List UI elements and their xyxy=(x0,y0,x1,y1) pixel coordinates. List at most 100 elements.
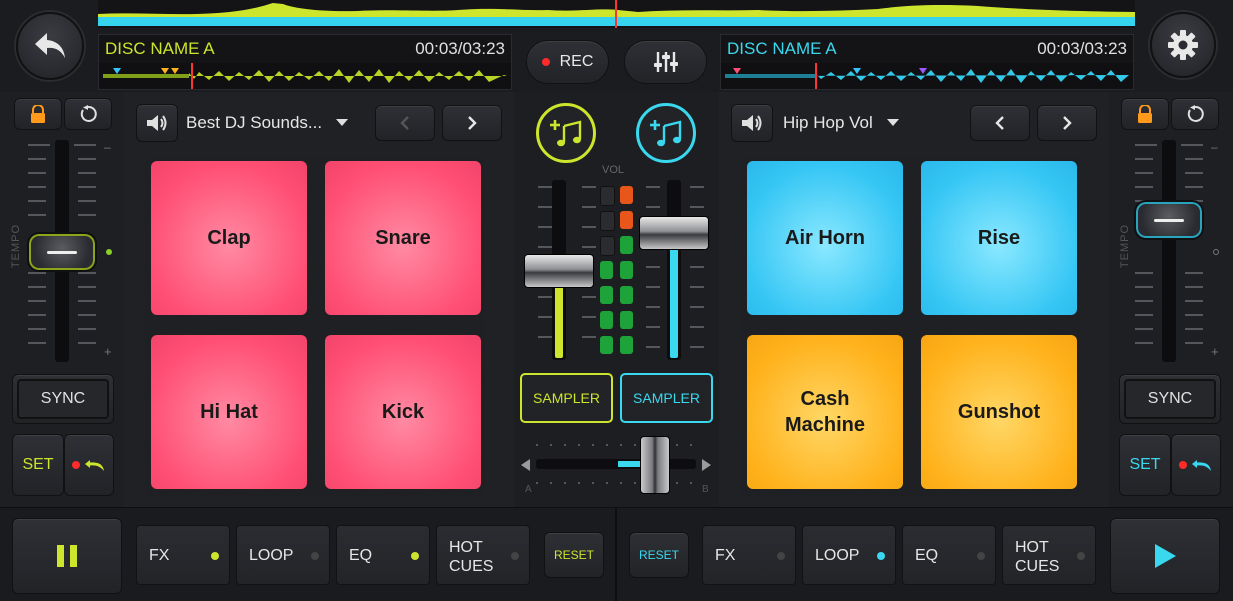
overview-waveform[interactable] xyxy=(98,0,1135,28)
deck-a-volume-fader[interactable] xyxy=(524,254,594,288)
deck-a-loop-tab[interactable]: LOOP xyxy=(236,525,330,585)
chevron-right-icon xyxy=(1063,116,1072,130)
crossfader-b-label: B xyxy=(702,484,709,495)
deck-b-tempo-handle[interactable] xyxy=(1134,200,1204,240)
back-arrow-icon xyxy=(35,33,65,58)
pad-cash-machine[interactable]: Cash Machine xyxy=(747,335,903,489)
deck-a-eq-tab[interactable]: EQ xyxy=(336,525,430,585)
crossfader-left-icon xyxy=(521,459,530,471)
deck-a-next-button[interactable] xyxy=(442,105,502,141)
deck-b-volume-button[interactable] xyxy=(731,104,773,142)
deck-a-tempo-minus: – xyxy=(104,140,111,154)
deck-a-volume-level xyxy=(555,282,563,358)
rec-dot-icon xyxy=(541,58,550,66)
deck-b-loop-indicator xyxy=(877,552,885,560)
crossfader-track[interactable] xyxy=(536,459,696,469)
deck-a-hot-cues-tab[interactable]: HOT CUES xyxy=(436,525,530,585)
reset-icon xyxy=(80,105,97,122)
deck-a-play-pause-button[interactable] xyxy=(12,518,122,594)
deck-b-eq-tab[interactable]: EQ xyxy=(902,525,996,585)
deck-a-prev-button[interactable] xyxy=(375,105,435,141)
deck-b-prev-button[interactable] xyxy=(970,105,1030,141)
deck-a-tempo-handle[interactable] xyxy=(27,232,97,272)
deck-a-loop-indicator xyxy=(311,552,319,560)
deck-b-reset-fx-button[interactable]: RESET xyxy=(629,532,689,578)
deck-a-fx-tab[interactable]: FX xyxy=(136,525,230,585)
deck-a-fx-indicator xyxy=(211,552,219,560)
pad-gunshot[interactable]: Gunshot xyxy=(921,335,1077,489)
deck-b-lock-button[interactable] xyxy=(1121,98,1169,130)
deck-a-disc-name: DISC NAME A xyxy=(105,39,215,58)
deck-b-eq-indicator xyxy=(977,552,985,560)
deck-a-lock-button[interactable] xyxy=(14,98,62,130)
deck-a-tempo-center-led xyxy=(106,249,112,255)
pad-snare[interactable]: Snare xyxy=(325,161,481,315)
deck-a-library-dropdown[interactable]: Best DJ Sounds... xyxy=(186,106,366,140)
deck-a-sampler-button[interactable]: SAMPLER xyxy=(520,373,613,423)
rec-label: REC xyxy=(559,53,594,70)
deck-b-library-name: Hip Hop Vol xyxy=(783,113,873,132)
deck-a-tempo-panel: – + TEMPO SYNC SET xyxy=(0,92,124,507)
overview-waveform-graphic xyxy=(98,0,1135,28)
pad-kick[interactable]: Kick xyxy=(325,335,481,489)
deck-b-next-button[interactable] xyxy=(1037,105,1097,141)
deck-b-loop-label: LOOP xyxy=(815,547,860,564)
pad-hi-hat[interactable]: Hi Hat xyxy=(151,335,307,489)
deck-b-library-dropdown[interactable]: Hip Hop Vol xyxy=(783,106,943,140)
rec-button[interactable]: REC xyxy=(526,40,609,84)
gear-icon xyxy=(1168,30,1198,60)
deck-a-waveform-graphic xyxy=(99,63,511,89)
chevron-left-icon xyxy=(995,116,1004,130)
deck-a-pad-area: Best DJ Sounds... Clap Snare Hi Hat Kick xyxy=(124,92,514,507)
deck-a-waveform[interactable] xyxy=(99,63,511,89)
deck-b-eq-label: EQ xyxy=(915,547,939,564)
deck-b-hot-cues-tab[interactable]: HOT CUES xyxy=(1002,525,1096,585)
settings-button[interactable] xyxy=(1150,12,1216,78)
deck-b-undo-icon xyxy=(1192,460,1211,471)
deck-b-fx-label: FX xyxy=(715,547,736,564)
deck-a-fx-label: FX xyxy=(149,547,170,564)
pad-rise[interactable]: Rise xyxy=(921,161,1077,315)
deck-a-time: 00:03/03:23 xyxy=(415,39,505,58)
deck-b-disc-name: DISC NAME A xyxy=(727,39,837,58)
deck-b-tempo-track[interactable] xyxy=(1162,140,1176,362)
deck-b-volume-fader[interactable] xyxy=(639,216,709,250)
deck-b-reset-tempo-button[interactable] xyxy=(1171,98,1219,130)
deck-a-eq-indicator xyxy=(411,552,419,560)
deck-a-tempo-label: TEMPO xyxy=(10,223,23,269)
deck-b-waveform-graphic xyxy=(721,63,1133,89)
deck-a-header: DISC NAME A 00:03/03:23 xyxy=(98,34,512,90)
deck-a-add-music-button[interactable] xyxy=(536,103,596,163)
deck-b-tempo-panel: – + TEMPO SYNC SET xyxy=(1109,92,1233,507)
deck-b-return-cue-button[interactable] xyxy=(1171,434,1221,496)
deck-a-return-cue-button[interactable] xyxy=(64,434,114,496)
deck-b-fx-tab[interactable]: FX xyxy=(702,525,796,585)
pad-clap[interactable]: Clap xyxy=(151,161,307,315)
mixer-settings-button[interactable] xyxy=(624,40,707,84)
deck-a-volume-button[interactable] xyxy=(136,104,178,142)
deck-b-loop-tab[interactable]: LOOP xyxy=(802,525,896,585)
deck-a-sampler-label: SAMPLER xyxy=(533,390,600,406)
deck-b-pad-grid: Air Horn Rise Cash Machine Gunshot xyxy=(741,157,1081,497)
deck-b-volume-level xyxy=(670,242,678,358)
deck-b-add-music-button[interactable] xyxy=(636,103,696,163)
deck-a-reset-tempo-button[interactable] xyxy=(64,98,112,130)
deck-a-set-cue-button[interactable]: SET xyxy=(12,434,64,496)
deck-b-set-cue-button[interactable]: SET xyxy=(1119,434,1171,496)
deck-b-reset-label: RESET xyxy=(638,548,679,562)
deck-b-sampler-button[interactable]: SAMPLER xyxy=(620,373,713,423)
deck-a-sync-button[interactable]: SYNC xyxy=(12,374,114,424)
add-music-icon xyxy=(650,120,682,147)
deck-a-eq-label: EQ xyxy=(349,547,373,564)
chevron-left-icon xyxy=(400,116,409,130)
pad-air-horn[interactable]: Air Horn xyxy=(747,161,903,315)
deck-b-waveform[interactable] xyxy=(721,63,1133,89)
deck-b-play-button[interactable] xyxy=(1110,518,1220,594)
reset-icon xyxy=(1187,105,1204,122)
bottom-bar: FX LOOP EQ HOT CUES RESET RESET FX LOOP … xyxy=(0,507,1233,601)
deck-a-reset-fx-button[interactable]: RESET xyxy=(544,532,604,578)
crossfader-handle[interactable] xyxy=(640,436,670,494)
deck-b-sync-button[interactable]: SYNC xyxy=(1119,374,1221,424)
deck-b-sync-label: SYNC xyxy=(1147,390,1193,407)
back-button[interactable] xyxy=(16,12,84,80)
